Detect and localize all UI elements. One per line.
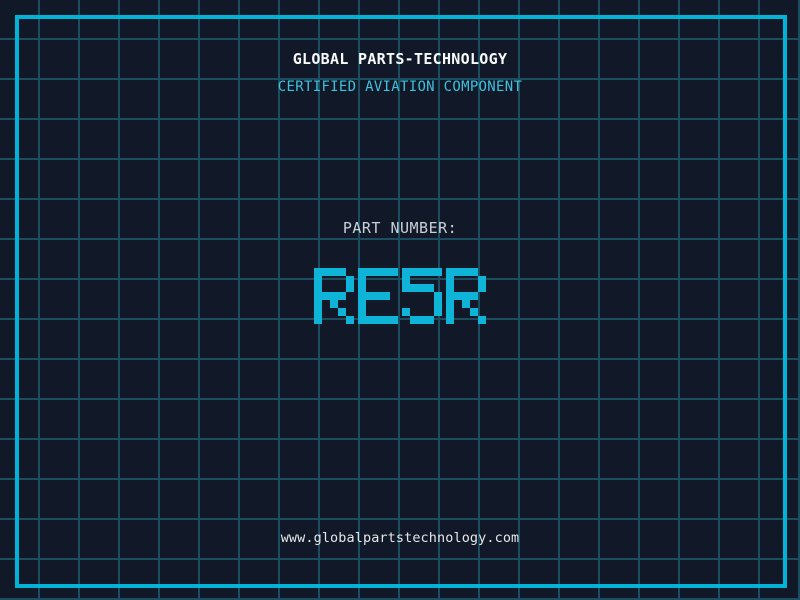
part-number-glyph [358, 268, 398, 324]
brand-title: GLOBAL PARTS-TECHNOLOGY [0, 50, 800, 68]
part-number-label: PART NUMBER: [0, 219, 800, 237]
part-number-glyph [402, 268, 442, 324]
certification-subtitle: CERTIFIED AVIATION COMPONENT [0, 79, 800, 95]
part-number-glyph [314, 268, 354, 324]
part-number-display [0, 268, 800, 324]
website-url: www.globalpartstechnology.com [0, 530, 800, 546]
certificate-page: GLOBAL PARTS-TECHNOLOGY CERTIFIED AVIATI… [0, 0, 800, 600]
part-number-glyph [446, 268, 486, 324]
